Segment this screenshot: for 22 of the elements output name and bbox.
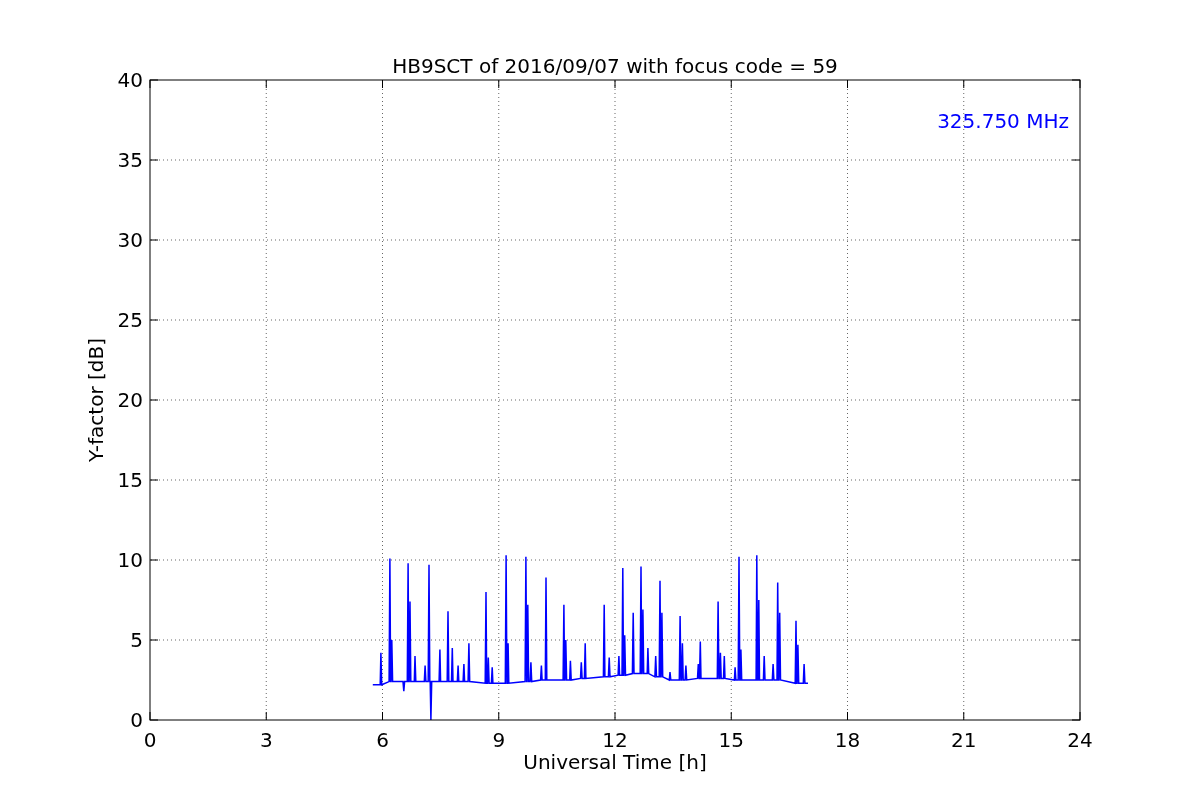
y-tick-label: 15 xyxy=(117,468,143,492)
y-tick-label: 25 xyxy=(117,308,143,332)
y-tick-label: 40 xyxy=(117,68,143,92)
y-tick-label: 20 xyxy=(117,388,143,412)
x-axis-label: Universal Time [h] xyxy=(523,750,707,774)
x-tick-label: 9 xyxy=(492,728,506,752)
y-tick-label: 35 xyxy=(117,148,143,172)
x-tick-label: 6 xyxy=(376,728,389,752)
y-tick-label: 30 xyxy=(117,228,143,252)
x-tick-label: 12 xyxy=(602,728,628,752)
y-tick-label: 0 xyxy=(130,708,143,732)
x-tick-label: 3 xyxy=(259,728,273,752)
x-tick-label: 0 xyxy=(143,728,157,752)
y-axis-label: Y-factor [dB] xyxy=(84,338,108,462)
frequency-annotation: 325.750 MHz xyxy=(937,109,1069,133)
x-tick-label: 15 xyxy=(718,728,744,752)
x-tick-label: 18 xyxy=(834,728,861,752)
chart-title: HB9SCT of 2016/09/07 with focus code = 59 xyxy=(392,54,838,78)
y-tick-label: 5 xyxy=(130,628,143,652)
x-tick-label: 24 xyxy=(1067,728,1093,752)
x-tick-label: 21 xyxy=(951,728,977,752)
y-tick-label: 10 xyxy=(117,548,143,572)
